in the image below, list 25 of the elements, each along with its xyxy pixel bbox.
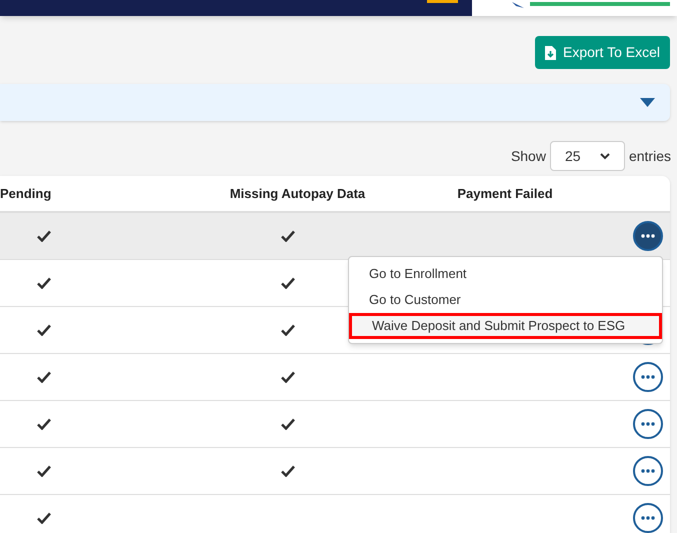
chevron-down-icon [600,152,610,160]
column-header: Payment Failed [457,184,553,203]
header-badge [427,0,458,3]
more-options-button[interactable] [633,409,663,439]
more-options-button[interactable] [633,362,663,392]
ellipsis-icon [641,375,655,379]
export-to-excel-button[interactable]: Export To Excel [534,36,670,69]
entries-label: entries [628,146,671,166]
menu-item[interactable]: Waive Deposit and Submit Prospect to ESG [349,313,662,339]
file-download-icon [544,46,556,60]
menu-item[interactable]: Go to Customer [349,287,662,313]
more-options-button[interactable] [633,221,663,251]
entries-select[interactable]: 25 [550,141,625,171]
more-options-button[interactable] [633,503,663,533]
table-row[interactable] [0,213,670,260]
ellipsis-icon [641,422,655,426]
menu-item[interactable]: Go to Enrollment [349,261,662,287]
ellipsis-icon [641,234,655,238]
column-header: Pending [0,186,52,201]
ellipsis-icon [641,469,655,473]
show-label: Show [510,146,546,166]
more-options-button[interactable] [633,456,663,486]
ellipsis-icon [641,516,655,520]
caret-icon [640,98,655,107]
column-header: Missing Autopay Data [230,184,366,203]
